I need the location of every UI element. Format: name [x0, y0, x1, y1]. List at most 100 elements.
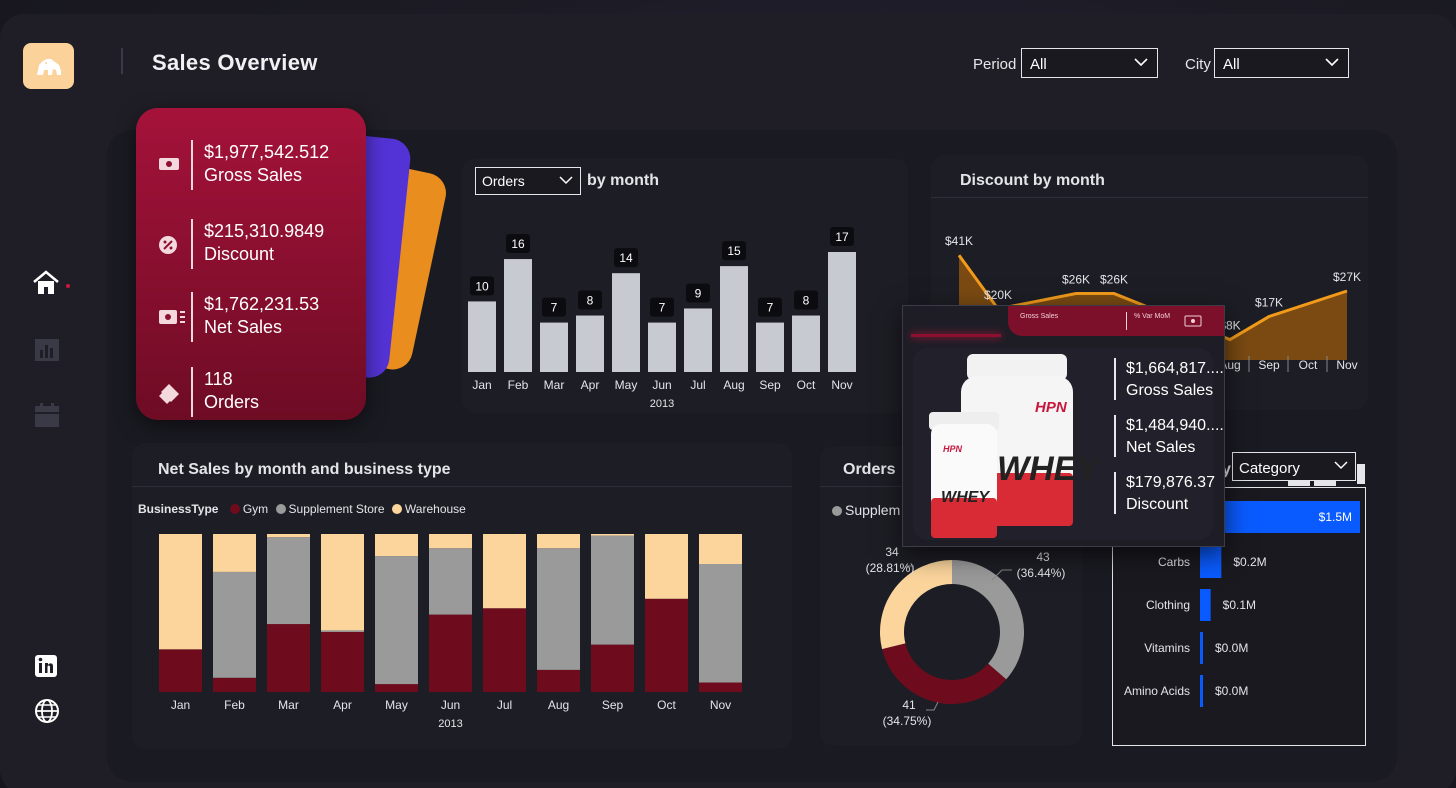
x-tick-label: Apr — [333, 698, 352, 712]
x-tick-label: Jan — [171, 698, 190, 712]
bar — [792, 315, 820, 372]
stacked-bar-supplement-store — [537, 548, 580, 670]
tooltip-kpi-discount: $179,876.37 Discount — [1114, 472, 1229, 516]
list-option-stub[interactable] — [1314, 480, 1336, 486]
tooltip-kpi-value: $1,664,817.... — [1126, 360, 1224, 377]
x-tick-label: Feb — [224, 698, 245, 712]
stacked-bar-gym — [645, 598, 688, 692]
kpi-divider — [1114, 415, 1116, 457]
ticket-icon — [159, 384, 179, 404]
stacked-bar-supplement-store — [267, 537, 310, 625]
data-label: $0.2M — [1233, 555, 1266, 569]
globe-icon[interactable] — [34, 698, 60, 724]
stacked-bar-supplement-store — [213, 571, 256, 678]
data-label: 8 — [587, 294, 594, 308]
divider — [132, 486, 792, 487]
city-label: City — [1185, 56, 1211, 73]
city-value: All — [1223, 56, 1240, 73]
money-icon — [159, 158, 179, 170]
donut-legend: Supplem — [832, 502, 900, 518]
kpi-value: $1,762,231.53 — [204, 294, 320, 314]
x-tick-label: Aug — [548, 698, 569, 712]
stacked-bar-warehouse — [267, 534, 310, 538]
kpi-label: Gross Sales — [204, 165, 303, 185]
stacked-bar-warehouse — [699, 534, 742, 565]
chart-icon[interactable] — [34, 338, 60, 362]
tooltip-kpi-label: Gross Sales — [1126, 382, 1214, 399]
x-tick-label: Sep — [1258, 358, 1280, 372]
tooltip-header-right: % Var MoM — [1134, 313, 1171, 320]
whey-product-image: HPN WHEY HPN WHEY — [929, 354, 1097, 538]
x-tick-label: Oct — [657, 698, 676, 712]
bar — [540, 322, 568, 372]
x-tick-label: Nov — [710, 698, 731, 712]
tooltip-accent — [911, 334, 1001, 337]
legend-item-gym: Gym — [242, 502, 269, 516]
list-option-stub[interactable] — [1288, 480, 1310, 486]
tooltip-kpi-value: $1,484,940.... — [1126, 417, 1224, 434]
kpi-net-sales: $1,762,231.53 Net Sales — [136, 292, 366, 352]
stacked-bar-gym — [213, 677, 256, 692]
x-tick-label: Mar — [544, 378, 565, 392]
linkedin-icon[interactable] — [34, 654, 58, 678]
legend-title: BusinessType — [138, 502, 219, 516]
legend-item: Supplem — [845, 502, 901, 518]
bar — [756, 322, 784, 372]
slice-value-label: 43 — [1036, 550, 1050, 564]
orders-metric-dropdown[interactable]: Orders — [475, 167, 581, 195]
home-icon[interactable] — [32, 270, 60, 296]
product-tooltip: Gross Sales % Var MoM HPN WHEY HPN WHEY … — [902, 305, 1225, 547]
stacked-bar-warehouse — [429, 534, 472, 549]
slice-pct-label: (36.44%) — [1017, 566, 1066, 580]
slice-pct-label: (28.81%) — [866, 561, 915, 575]
stacked-bar-supplement-store — [429, 548, 472, 615]
bar — [1200, 675, 1203, 707]
data-label: $1.5M — [1319, 510, 1352, 524]
bar — [684, 308, 712, 372]
gorilla-logo[interactable] — [23, 43, 74, 89]
kpi-value: 118 — [204, 369, 233, 389]
stacked-bar-gym — [429, 614, 472, 692]
period-dropdown[interactable]: All — [1021, 48, 1158, 78]
dropdown-scrollbar[interactable] — [1357, 464, 1365, 484]
x-tick-label: Jan — [472, 378, 491, 392]
bar — [612, 273, 640, 372]
x-tick-label: Nov — [831, 378, 852, 392]
stacked-bar-warehouse — [159, 534, 202, 650]
city-dropdown[interactable]: All — [1214, 48, 1349, 78]
data-label: 17 — [835, 230, 849, 244]
active-indicator — [66, 284, 70, 288]
stacked-bar-gym — [483, 608, 526, 692]
stacked-bar-gym — [321, 631, 364, 692]
x-tick-label: Jun — [441, 698, 460, 712]
data-label: $0.0M — [1215, 684, 1248, 698]
kpi-value: $215,310.9849 — [204, 221, 325, 241]
stacked-bar-supplement-store — [591, 535, 634, 645]
kpi-divider — [191, 140, 193, 190]
donut-slice — [882, 642, 1007, 704]
kpi-divider — [1114, 358, 1116, 400]
product-brand: HPN — [1035, 399, 1068, 416]
x-tick-label: May — [385, 698, 408, 712]
stacked-bar-warehouse — [375, 534, 418, 557]
data-label: 7 — [767, 301, 774, 315]
bar — [1200, 589, 1211, 621]
calendar-icon[interactable] — [34, 402, 60, 428]
x-tick-label: Aug — [723, 378, 744, 392]
legend-swatch-supplement-store — [275, 504, 286, 514]
kpi-card: $1,977,542.512 Gross Sales $215,310.9849… — [136, 108, 366, 420]
legend-swatch — [832, 506, 842, 516]
x-tick-label: May — [615, 378, 638, 392]
stacked-bar-warehouse — [537, 534, 580, 549]
x-tick-label: Jun — [652, 378, 671, 392]
category-label: Clothing — [1146, 598, 1190, 612]
bar — [828, 252, 856, 372]
x-tick-label: Jul — [497, 698, 512, 712]
stacked-bar-supplement-store — [321, 630, 364, 632]
discount-icon — [159, 236, 177, 254]
bar — [504, 259, 532, 372]
category-dropdown[interactable]: Category — [1232, 452, 1356, 481]
product-name: WHEY — [997, 450, 1097, 488]
x-tick-label: Sep — [602, 698, 624, 712]
x-tick-label: Oct — [1299, 358, 1318, 372]
